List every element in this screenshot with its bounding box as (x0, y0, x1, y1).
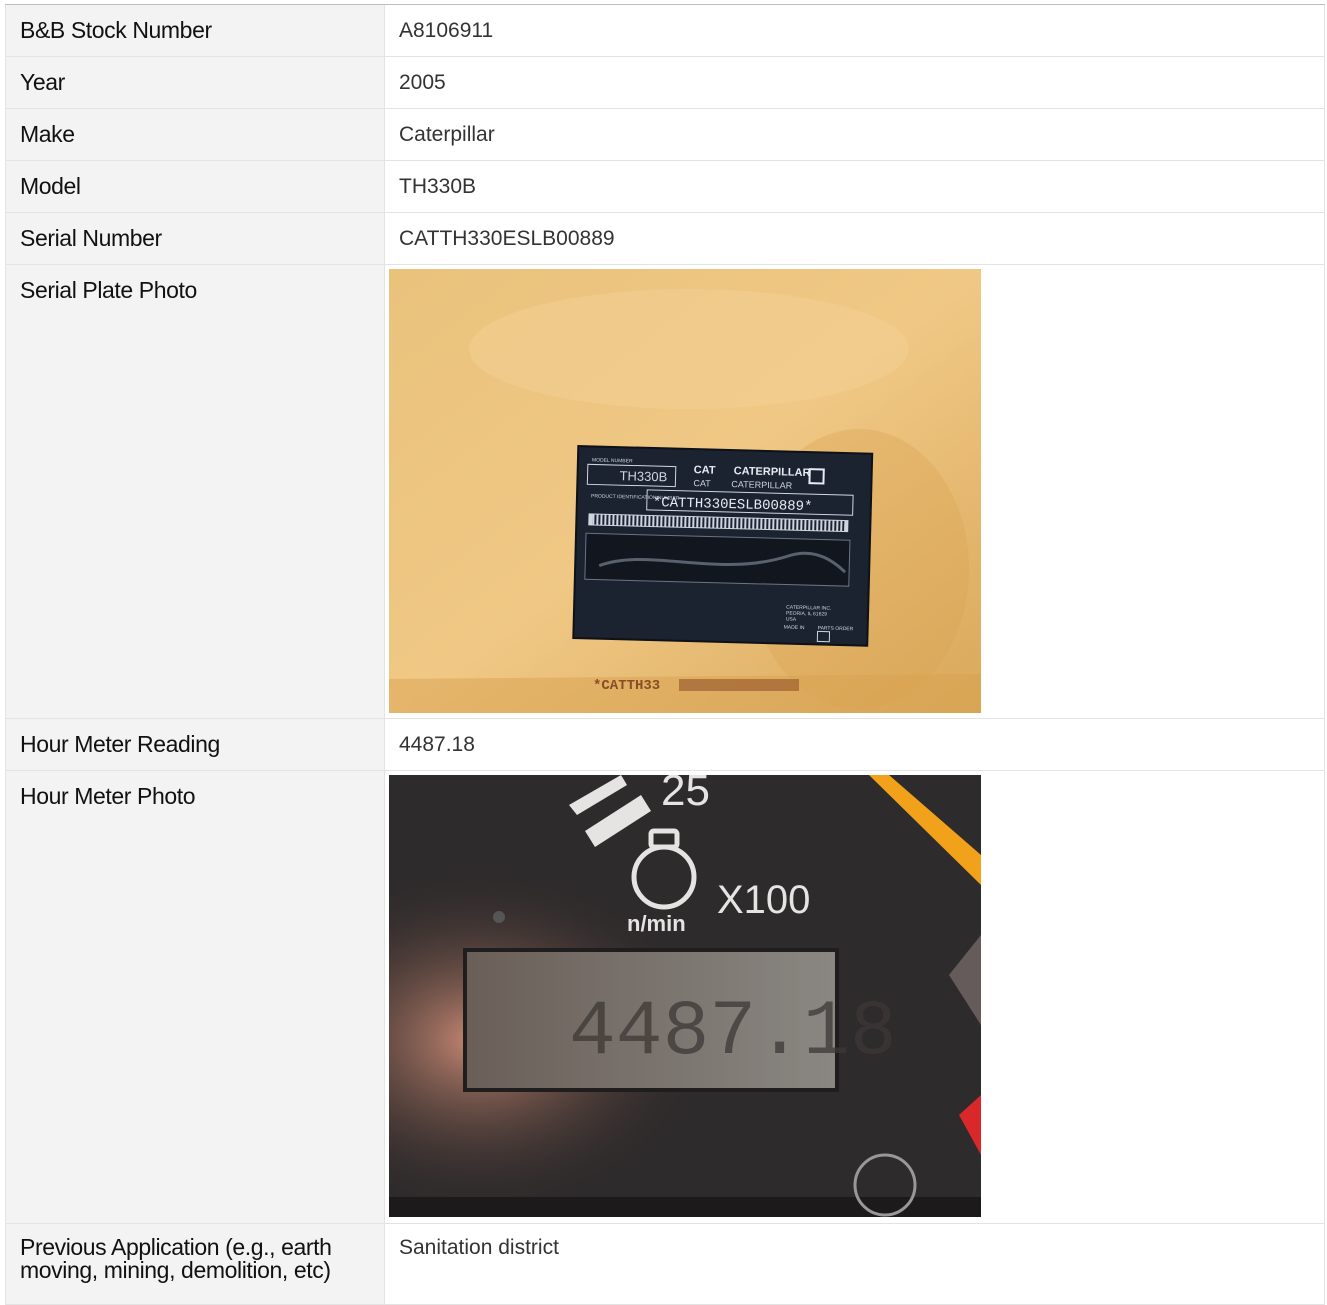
label-hour-meter-reading: Hour Meter Reading (5, 719, 385, 770)
label-serial-plate-photo: Serial Plate Photo (5, 265, 385, 718)
plate-made-in: MADE IN (784, 625, 805, 632)
row-serial-plate-photo: Serial Plate Photo MODEL NUMBER TH330B C… (5, 265, 1325, 719)
plate-caterpillar-logo: CATERPILLAR (734, 465, 811, 479)
label-hour-meter-photo: Hour Meter Photo (5, 771, 385, 1223)
serial-plate-photo[interactable]: MODEL NUMBER TH330B CAT CATERPILLAR CAT … (389, 269, 981, 713)
plate-cat-logo: CAT (694, 464, 716, 477)
serial-plate-photo-cell: MODEL NUMBER TH330B CAT CATERPILLAR CAT … (385, 265, 1325, 718)
value-stock-number: A8106911 (385, 5, 1325, 56)
label-serial-number: Serial Number (5, 213, 385, 264)
gauge-number: 25 (661, 775, 710, 815)
row-hour-meter-photo: Hour Meter Photo 25 n/min X100 4487.18 (5, 771, 1325, 1224)
value-hour-meter-reading: 4487.18 (385, 719, 1325, 770)
value-year: 2005 (385, 57, 1325, 108)
plate-cat-text: CAT (693, 478, 711, 488)
lcd-hour-reading: 4487.18 (569, 989, 897, 1077)
equipment-spec-table: B&B Stock Number A8106911 Year 2005 Make… (5, 4, 1325, 1305)
rpm-unit: n/min (627, 911, 686, 936)
value-make: Caterpillar (385, 109, 1325, 160)
row-year: Year 2005 (5, 57, 1325, 109)
row-model: Model TH330B (5, 161, 1325, 213)
label-make: Make (5, 109, 385, 160)
row-hour-meter-reading: Hour Meter Reading 4487.18 (5, 719, 1325, 771)
value-serial-number: CATTH330ESLB00889 (385, 213, 1325, 264)
hour-meter-photo-cell: 25 n/min X100 4487.18 (385, 771, 1325, 1223)
row-serial-number: Serial Number CATTH330ESLB00889 (5, 213, 1325, 265)
stamped-serial: *CATTH33 (593, 678, 660, 694)
row-previous-application: Previous Application (e.g., earth moving… (5, 1224, 1325, 1305)
row-stock-number: B&B Stock Number A8106911 (5, 5, 1325, 57)
plate-maker-line-3: USA (786, 617, 797, 623)
label-model: Model (5, 161, 385, 212)
plate-model-number: TH330B (619, 468, 667, 484)
label-previous-application: Previous Application (e.g., earth moving… (5, 1224, 385, 1304)
rpm-multiplier: X100 (717, 878, 810, 922)
label-stock-number: B&B Stock Number (5, 5, 385, 56)
value-previous-application: Sanitation district (385, 1224, 1325, 1304)
plate-caterpillar-text: CATERPILLAR (731, 479, 793, 491)
plate-model-caption: MODEL NUMBER (592, 457, 633, 464)
label-year: Year (5, 57, 385, 108)
hour-meter-photo[interactable]: 25 n/min X100 4487.18 (389, 775, 981, 1217)
row-make: Make Caterpillar (5, 109, 1325, 161)
value-model: TH330B (385, 161, 1325, 212)
